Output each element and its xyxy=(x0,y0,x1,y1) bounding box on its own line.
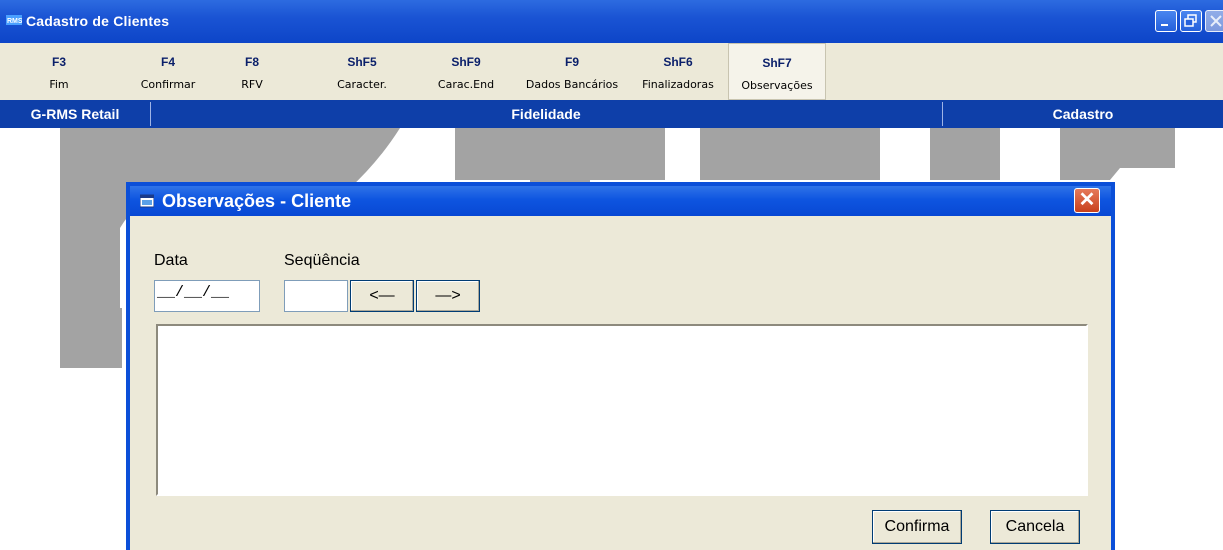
status-system: G-RMS Retail xyxy=(30,106,120,122)
app-icon: RMS xyxy=(6,15,22,25)
restore-icon xyxy=(1184,14,1197,27)
next-button[interactable]: —> xyxy=(416,280,480,312)
data-input[interactable]: __/__/__ xyxy=(154,280,260,312)
restore-button[interactable] xyxy=(1180,10,1202,32)
fkey-code: ShF5 xyxy=(347,55,377,69)
fkey-code: F9 xyxy=(564,55,579,69)
fkey-code: ShF6 xyxy=(663,55,693,69)
fkey-code: ShF7 xyxy=(762,56,792,70)
fkey-label: Finalizadoras xyxy=(642,78,714,91)
observacoes-memo[interactable] xyxy=(156,324,1088,496)
fkey-label: Dados Bancários xyxy=(525,78,619,91)
fkey-label: RFV xyxy=(241,78,263,91)
sequencia-label: Seqüência xyxy=(284,252,360,269)
minimize-icon xyxy=(1161,24,1168,26)
module-statusbar: G-RMS Retail Fidelidade Cadastro xyxy=(0,100,1223,128)
fkey-label: Confirmar xyxy=(140,78,196,91)
dialog-titlebar: Observações - Cliente ✕ xyxy=(130,186,1111,216)
status-function: Cadastro xyxy=(1052,106,1114,122)
window-icon xyxy=(140,194,154,208)
window-title: Cadastro de Clientes xyxy=(26,13,170,29)
cancela-button[interactable]: Cancela xyxy=(990,510,1080,544)
fkey-carac-end[interactable]: ShF9 Carac.End xyxy=(424,43,508,100)
svg-text:RMS: RMS xyxy=(7,18,22,25)
fkey-rfv[interactable]: F8 RFV xyxy=(220,43,284,100)
function-key-toolbar: F3 Fim F4 Confirmar F8 RFV ShF5 Caracter… xyxy=(0,43,1223,100)
fkey-dados-bancarios[interactable]: F9 Dados Bancários xyxy=(520,43,624,100)
close-button[interactable] xyxy=(1205,10,1223,32)
fkey-code: F4 xyxy=(160,55,175,69)
fkey-caracter[interactable]: ShF5 Caracter. xyxy=(320,43,404,100)
close-icon: ✕ xyxy=(1078,189,1096,211)
fkey-label: Observações xyxy=(741,79,813,92)
fkey-label: Caracter. xyxy=(337,78,387,91)
confirma-button[interactable]: Confirma xyxy=(872,510,962,544)
fkey-label: Carac.End xyxy=(437,78,495,91)
fkey-fim[interactable]: F3 Fim xyxy=(22,43,96,100)
data-label: Data xyxy=(154,252,188,269)
fkey-observacoes[interactable]: ShF7 Observações xyxy=(728,43,826,100)
observacoes-dialog: Observações - Cliente ✕ Data Seqüência _… xyxy=(126,182,1115,550)
status-module: Fidelidade xyxy=(511,106,581,122)
minimize-button[interactable] xyxy=(1155,10,1177,32)
fkey-code: F8 xyxy=(244,55,259,69)
fkey-code: ShF9 xyxy=(451,55,481,69)
sequencia-input[interactable] xyxy=(284,280,348,312)
fkey-confirmar[interactable]: F4 Confirmar xyxy=(126,43,210,100)
dialog-title: Observações - Cliente xyxy=(162,191,352,211)
window-titlebar: RMS Cadastro de Clientes xyxy=(0,0,1223,43)
close-icon xyxy=(1210,15,1222,27)
fkey-label: Fim xyxy=(49,78,69,91)
dialog-close-button[interactable]: ✕ xyxy=(1074,188,1100,213)
fkey-code: F3 xyxy=(51,55,66,69)
fkey-finalizadoras[interactable]: ShF6 Finalizadoras xyxy=(632,43,724,100)
previous-button[interactable]: <— xyxy=(350,280,414,312)
